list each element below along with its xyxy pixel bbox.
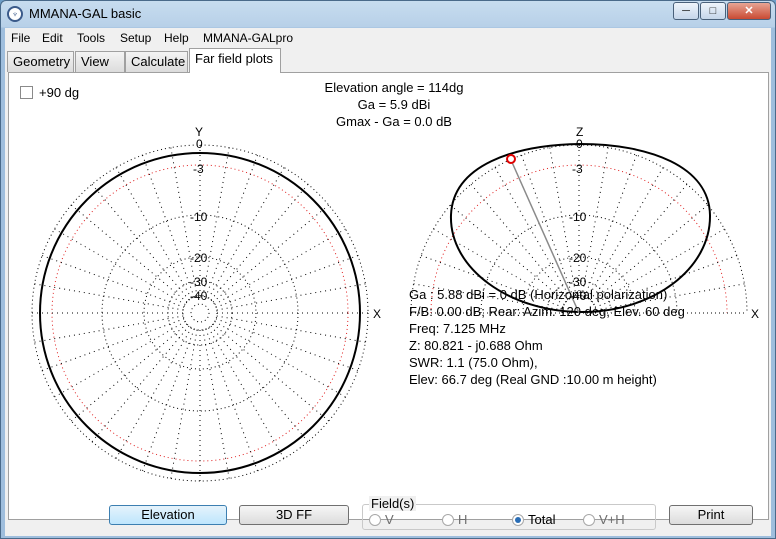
azimuth-x-axis-label: X [373,307,381,321]
azimuth-grid-spoke [215,255,359,308]
gain-result: Ga : 5.88 dBi = 0 dB (Horizontal polariz… [409,287,668,302]
close-button[interactable]: ✕ [727,2,771,20]
window-title: MMANA-GAL basic [29,6,142,21]
far-field-panel: +90 dg Elevation angle = 114dg Ga = 5.9 … [8,72,769,520]
title-bar[interactable]: ♆ MMANA-GAL basic ─ □ ✕ [1,1,775,27]
field-selector: Field(s) V H Total V+H [362,496,656,530]
az-ring-label-10: -10 [190,210,208,224]
azimuth-grid-spoke [208,167,285,299]
swr-result: SWR: 1.1 (75.0 Ohm), [409,355,538,370]
antenna-results: Ga : 5.88 dBi = 0 dB (Horizontal polariz… [409,286,685,388]
el-ring-label-0: 0 [576,137,583,151]
elevation-result: Elev: 66.7 deg (Real GND :10.00 m height… [409,372,657,387]
azimuth-plot[interactable]: Y X 0 -3 -10 -20 -30 -40 [31,125,381,482]
el-ring-label-10: -10 [569,210,587,224]
elevation-button[interactable]: Elevation [109,505,227,525]
az-ring-label-40: -40 [190,289,208,303]
azimuth-grid-spoke [216,283,366,311]
frequency-result: Freq: 7.125 MHz [409,321,506,336]
field-radio-total[interactable]: Total [512,512,555,527]
azimuth-grid [31,144,369,482]
elevation-ring-labels: 0 -3 -10 -20 -30 -40 [569,137,587,303]
print-button[interactable]: Print [669,505,753,525]
azimuth-grid-spoke [142,328,195,472]
tab-far-field-plots[interactable]: Far field plots [189,48,281,73]
menu-edit[interactable]: Edit [42,31,63,45]
field-radio-v-plus-h-label[interactable]: V+H [599,512,625,527]
main-window: ♆ MMANA-GAL basic ─ □ ✕ File Edit Tools … [0,0,776,539]
elevation-grid-spoke [470,183,569,301]
elevation-grid-spoke [521,154,574,298]
radio-dot[interactable] [442,514,454,526]
radio-dot[interactable] [583,514,595,526]
field-radio-v[interactable]: V [369,512,394,527]
bottom-toolbar: Elevation 3D FF Field(s) V H Total V+H P… [5,496,771,536]
azimuth-grid-spoke [115,327,192,459]
azimuth-grid-spoke [170,329,198,479]
tab-geometry[interactable]: Geometry [7,51,74,72]
azimuth-grid-spoke [91,183,190,301]
azimuth-grid-spoke [54,321,186,398]
client-area: File Edit Tools Setup Help MMANA-GALpro … [5,28,771,536]
menu-tools[interactable]: Tools [77,31,105,45]
3d-ff-button[interactable]: 3D FF [239,505,349,525]
azimuth-grid-spoke [205,154,258,298]
azimuth-grid-spoke [115,167,192,299]
elevation-grid-spoke [587,167,664,299]
field-radio-total-label[interactable]: Total [528,512,555,527]
field-radio-h-label[interactable]: H [458,512,467,527]
tab-view[interactable]: View [75,51,125,72]
tab-strip: Geometry View Calculate Far field plots [5,48,771,73]
azimuth-grid-spoke [41,318,185,371]
minimize-button[interactable]: ─ [673,2,699,20]
azimuth-grid-spoke [212,323,330,422]
elevation-angle-marker[interactable] [506,154,516,164]
menu-setup[interactable]: Setup [120,31,151,45]
az-ring-label-20: -20 [190,251,208,265]
el-ring-label-20: -20 [569,251,587,265]
menu-file[interactable]: File [11,31,30,45]
azimuth-grid-spoke [208,327,285,459]
field-legend: Field(s) [369,496,417,511]
az-ring-label-30: -30 [190,275,208,289]
azimuth-grid-spoke [216,315,366,343]
azimuth-grid-spoke [142,154,195,298]
menu-bar: File Edit Tools Setup Help MMANA-GALpro [5,28,771,48]
azimuth-grid-spoke [214,321,346,398]
azimuth-grid-spoke [210,183,309,301]
menu-help[interactable]: Help [164,31,189,45]
azimuth-grid-spoke [215,318,359,371]
az-ring-label-3: -3 [193,162,204,176]
maximize-button[interactable]: □ [700,2,726,20]
azimuth-grid-spoke [202,329,230,479]
azimuth-grid-spoke [212,204,330,303]
elevation-grid-spoke [584,154,637,298]
elevation-x-axis-label: X [751,307,759,321]
elevation-grid-spoke [494,167,571,299]
radio-dot[interactable] [512,514,524,526]
az-ring-label-0: 0 [196,137,203,151]
azimuth-grid-spoke [41,255,185,308]
impedance-result: Z: 80.821 - j0.688 Ohm [409,338,543,353]
field-radio-v-label[interactable]: V [385,512,394,527]
azimuth-grid-spoke [34,283,184,311]
menu-mmana-galpro[interactable]: MMANA-GALpro [203,31,293,45]
field-radio-h[interactable]: H [442,512,467,527]
azimuth-ring-labels: 0 -3 -10 -20 -30 -40 [190,137,208,303]
azimuth-grid-spoke [205,328,258,472]
front-back-result: F/B: 0.00 dB; Rear: Azim. 120 deg, Elev.… [409,304,685,319]
el-ring-label-3: -3 [572,162,583,176]
azimuth-grid-spoke [210,325,309,443]
azimuth-grid-spoke [70,204,188,303]
azimuth-grid-spoke [54,228,186,305]
radio-dot[interactable] [369,514,381,526]
app-logo-icon[interactable]: ♆ [7,6,23,22]
azimuth-grid-spoke [214,228,346,305]
tab-calculate[interactable]: Calculate [125,51,188,72]
field-radio-v-plus-h[interactable]: V+H [583,512,625,527]
azimuth-grid-spoke [34,315,184,343]
